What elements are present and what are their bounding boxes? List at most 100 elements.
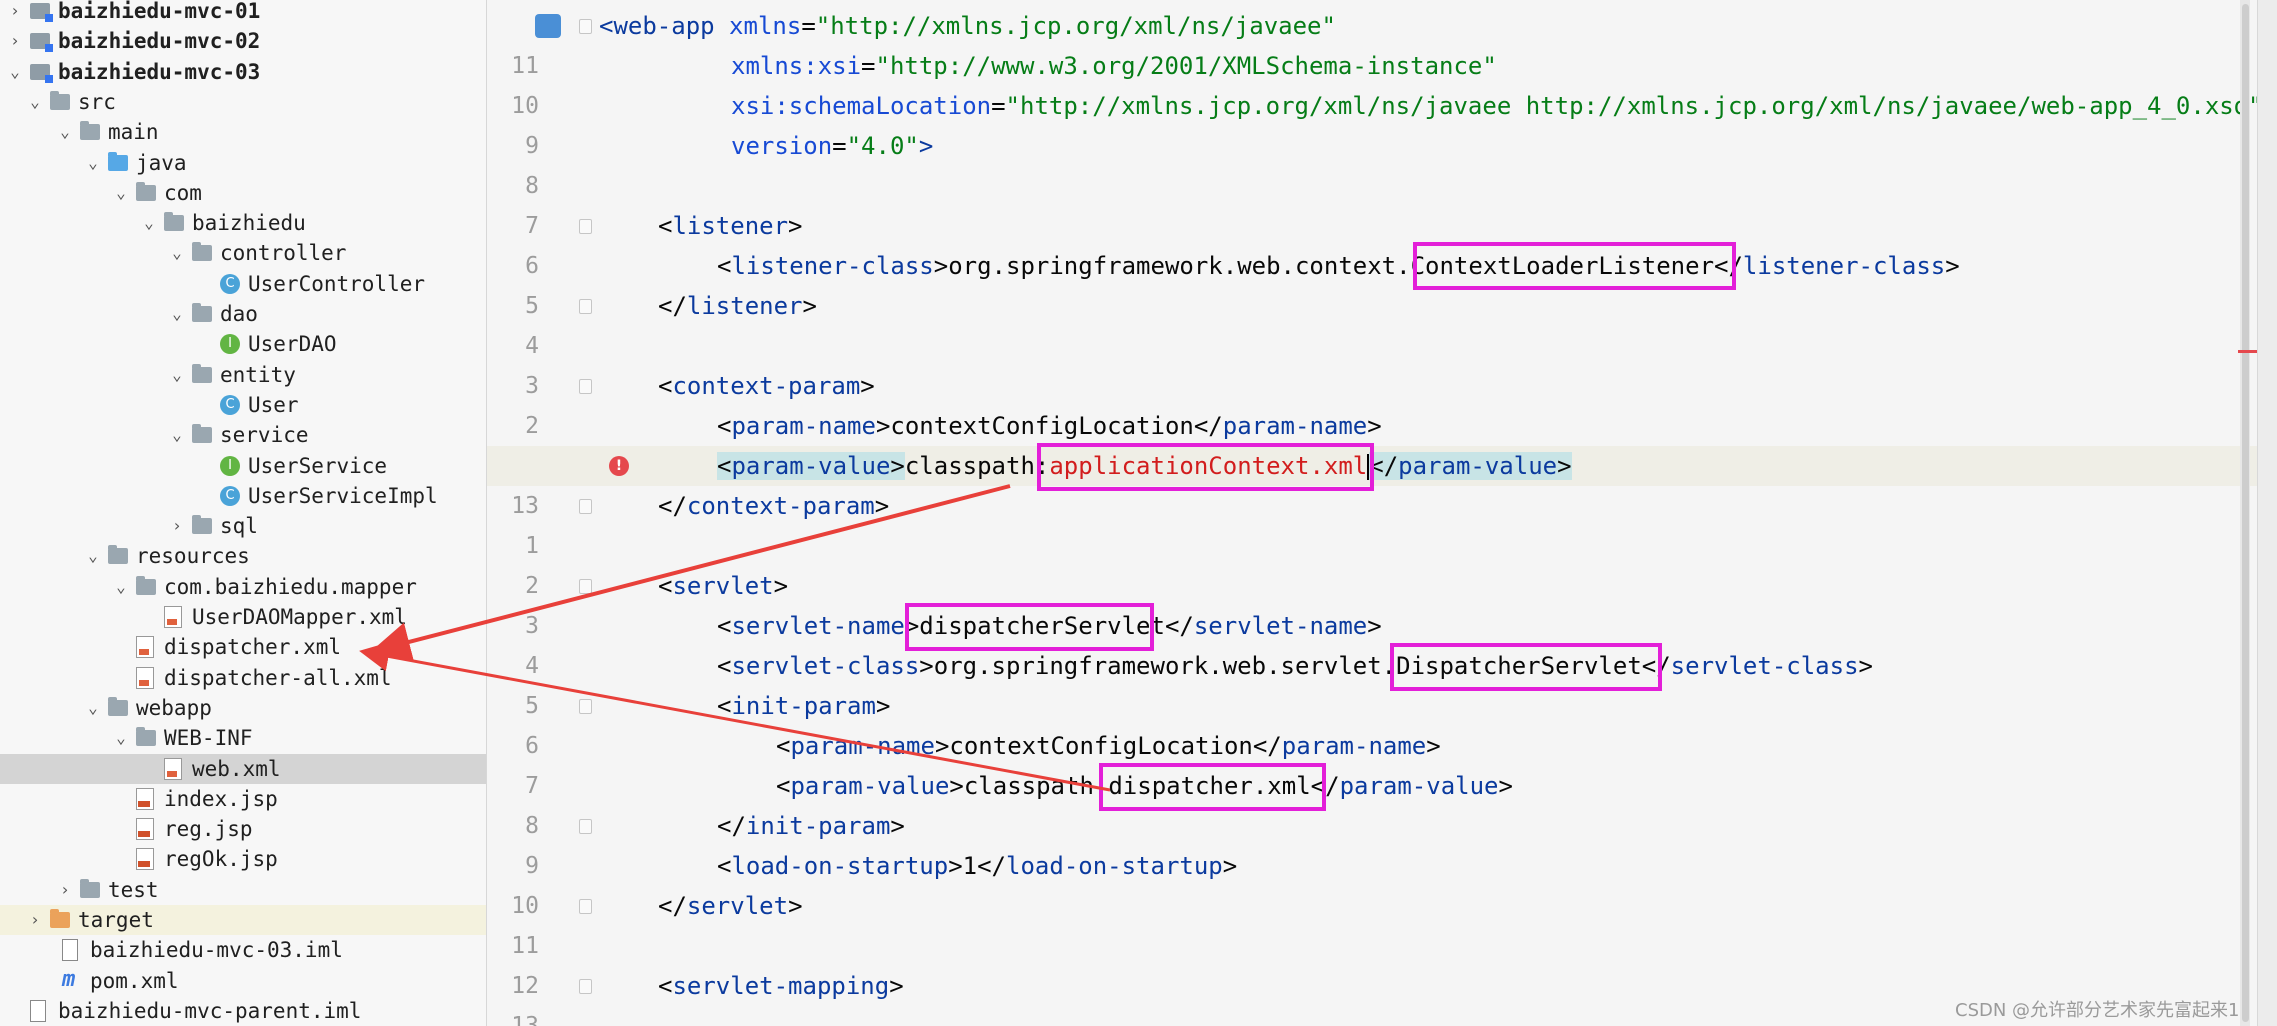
tree-item[interactable]: ⌄ com [0, 178, 486, 208]
tree-item[interactable]: ⌄ com.baizhiedu.mapper [0, 572, 486, 602]
code-token: param-name [1222, 412, 1368, 440]
tree-item[interactable]: › baizhiedu-mvc-01 [0, 0, 486, 26]
code-token: DispatcherServlet [1396, 652, 1642, 680]
tree-item[interactable]: UserDAOMapper.xml [0, 602, 486, 632]
code-line[interactable]: 2 <context-param> [487, 366, 2257, 439]
code-line[interactable]: 9 </init-param> [487, 806, 2257, 879]
chevron-down-icon[interactable]: ⌄ [140, 208, 158, 238]
code-line[interactable]: 1 </context-param> [487, 486, 2257, 559]
fold-marker-icon[interactable] [579, 899, 592, 914]
code-line[interactable]: 7 [487, 166, 2257, 239]
code-line[interactable]: 3 [487, 326, 2257, 399]
fold-marker-icon[interactable] [579, 579, 592, 594]
jsp-file-icon [136, 818, 154, 841]
chevron-down-icon[interactable]: ⌄ [112, 572, 130, 602]
chevron-down-icon[interactable]: ⌄ [112, 723, 130, 753]
fold-marker-icon[interactable] [579, 299, 592, 314]
tree-item[interactable]: dispatcher.xml [0, 632, 486, 662]
fold-marker-icon[interactable] [579, 379, 592, 394]
error-bulb-icon[interactable]: ! [609, 456, 629, 476]
tree-item-label: WEB-INF [164, 726, 253, 751]
tree-item[interactable]: › sql [0, 511, 486, 541]
tree-item[interactable]: I UserDAO [0, 329, 486, 359]
tree-item[interactable]: dispatcher-all.xml [0, 663, 486, 693]
code-token: dispatcherServlet [919, 612, 1165, 640]
tree-item[interactable]: ⌄ controller [0, 238, 486, 268]
chevron-down-icon[interactable]: ⌄ [84, 541, 102, 571]
tree-item[interactable]: baizhiedu-mvc-parent.iml [0, 996, 486, 1026]
fold-marker-icon[interactable] [579, 699, 592, 714]
fold-marker-icon[interactable] [579, 219, 592, 234]
scrollbar-thumb[interactable] [2242, 4, 2249, 1022]
code-line[interactable]: 10 xmlns:xsi="http://www.w3.org/2001/XML… [487, 46, 2257, 119]
tree-item[interactable]: › target [0, 905, 486, 935]
tree-item[interactable]: ⌄ main [0, 117, 486, 147]
chevron-down-icon[interactable]: ⌄ [168, 299, 186, 329]
chevron-right-icon[interactable]: › [26, 905, 44, 935]
tree-item[interactable]: C UserServiceImpl [0, 481, 486, 511]
code-line[interactable]: 10 <load-on-startup>1</load-on-startup> [487, 846, 2257, 919]
chevron-down-icon[interactable]: ⌄ [84, 148, 102, 178]
chevron-down-icon[interactable]: ⌄ [112, 178, 130, 208]
code-line[interactable]: 4 <servlet-name>dispatcherServlet</servl… [487, 606, 2257, 679]
code-line[interactable]: 2 [487, 526, 2257, 599]
tree-item[interactable]: ⌄ WEB-INF [0, 723, 486, 753]
fold-marker-icon[interactable] [579, 499, 592, 514]
tree-item[interactable]: ⌄ service [0, 420, 486, 450]
code-line[interactable]: 11 <web-app xmlns="http://xmlns.jcp.org/… [487, 6, 2257, 79]
tree-item[interactable]: m pom.xml [0, 966, 486, 996]
tree-item[interactable]: ⌄ src [0, 87, 486, 117]
chevron-right-icon[interactable]: › [168, 511, 186, 541]
tree-item[interactable]: ⌄ baizhiedu-mvc-03 [0, 57, 486, 87]
chevron-down-icon[interactable]: ⌄ [26, 87, 44, 117]
code-line[interactable]: 9 xsi:schemaLocation="http://xmlns.jcp.o… [487, 86, 2257, 159]
tree-item-label: regOk.jsp [164, 847, 278, 872]
tree-item[interactable]: ⌄ resources [0, 541, 486, 571]
code-line[interactable]: 6 <init-param> [487, 686, 2257, 759]
code-line[interactable]: 3 <servlet> [487, 566, 2257, 639]
error-stripe-mark[interactable] [2238, 350, 2258, 353]
code-editor[interactable]: 11 <web-app xmlns="http://xmlns.jcp.org/… [487, 0, 2257, 1026]
chevron-right-icon[interactable]: › [56, 875, 74, 905]
fold-marker-icon[interactable] [579, 819, 592, 834]
tree-item[interactable]: I UserService [0, 451, 486, 481]
chevron-right-icon[interactable]: › [6, 0, 24, 26]
tree-item[interactable]: regOk.jsp [0, 844, 486, 874]
chevron-down-icon[interactable]: ⌄ [168, 420, 186, 450]
tree-item[interactable]: C User [0, 390, 486, 420]
chevron-down-icon[interactable]: ⌄ [84, 693, 102, 723]
fold-marker-icon[interactable] [579, 979, 592, 994]
tree-item[interactable]: web.xml [0, 753, 486, 784]
tree-item[interactable]: C UserController [0, 269, 486, 299]
tree-item[interactable]: ⌄ entity [0, 360, 486, 390]
chevron-down-icon[interactable]: ⌄ [56, 117, 74, 147]
chevron-down-icon[interactable]: ⌄ [6, 57, 24, 87]
code-line[interactable]: 8 version="4.0"> [487, 126, 2257, 199]
chevron-down-icon[interactable]: ⌄ [168, 360, 186, 390]
tree-item[interactable]: ⌄ baizhiedu [0, 208, 486, 238]
code-line[interactable]: 7 <param-name>contextConfigLocation</par… [487, 726, 2257, 799]
chevron-down-icon[interactable]: ⌄ [168, 238, 186, 268]
code-token: org.springframework.web.servlet. [933, 652, 1397, 680]
tree-item[interactable]: › baizhiedu-mvc-02 [0, 26, 486, 56]
code-line[interactable]: 12 [487, 926, 2257, 999]
code-line[interactable]: 5 <listener-class>org.springframework.we… [487, 246, 2257, 319]
code-line[interactable]: 5 <servlet-class>org.springframework.web… [487, 646, 2257, 719]
chevron-right-icon[interactable]: › [6, 26, 24, 56]
code-line[interactable]: 1 <param-name>contextConfigLocation</par… [487, 406, 2257, 479]
tree-item[interactable]: ⌄ webapp [0, 693, 486, 723]
code-line[interactable]: 6 <listener> [487, 206, 2257, 279]
fold-marker-icon[interactable] [579, 19, 592, 34]
code-line[interactable]: 4 </listener> [487, 286, 2257, 359]
web-descriptor-icon[interactable] [535, 14, 561, 38]
tree-item[interactable]: baizhiedu-mvc-03.iml [0, 935, 486, 965]
tree-item[interactable]: index.jsp [0, 784, 486, 814]
code-line[interactable]: 11 </servlet> [487, 886, 2257, 959]
tree-item[interactable]: reg.jsp [0, 814, 486, 844]
tree-item[interactable]: ⌄ dao [0, 299, 486, 329]
tree-item[interactable]: › test [0, 875, 486, 905]
code-token: "4.0" [846, 132, 919, 160]
code-line-current[interactable]: 13 ! <param-value>classpath:applicationC… [487, 446, 2257, 519]
tree-item[interactable]: ⌄ java [0, 148, 486, 178]
code-line[interactable]: 8 <param-value>classpath:dispatcher.xml<… [487, 766, 2257, 839]
